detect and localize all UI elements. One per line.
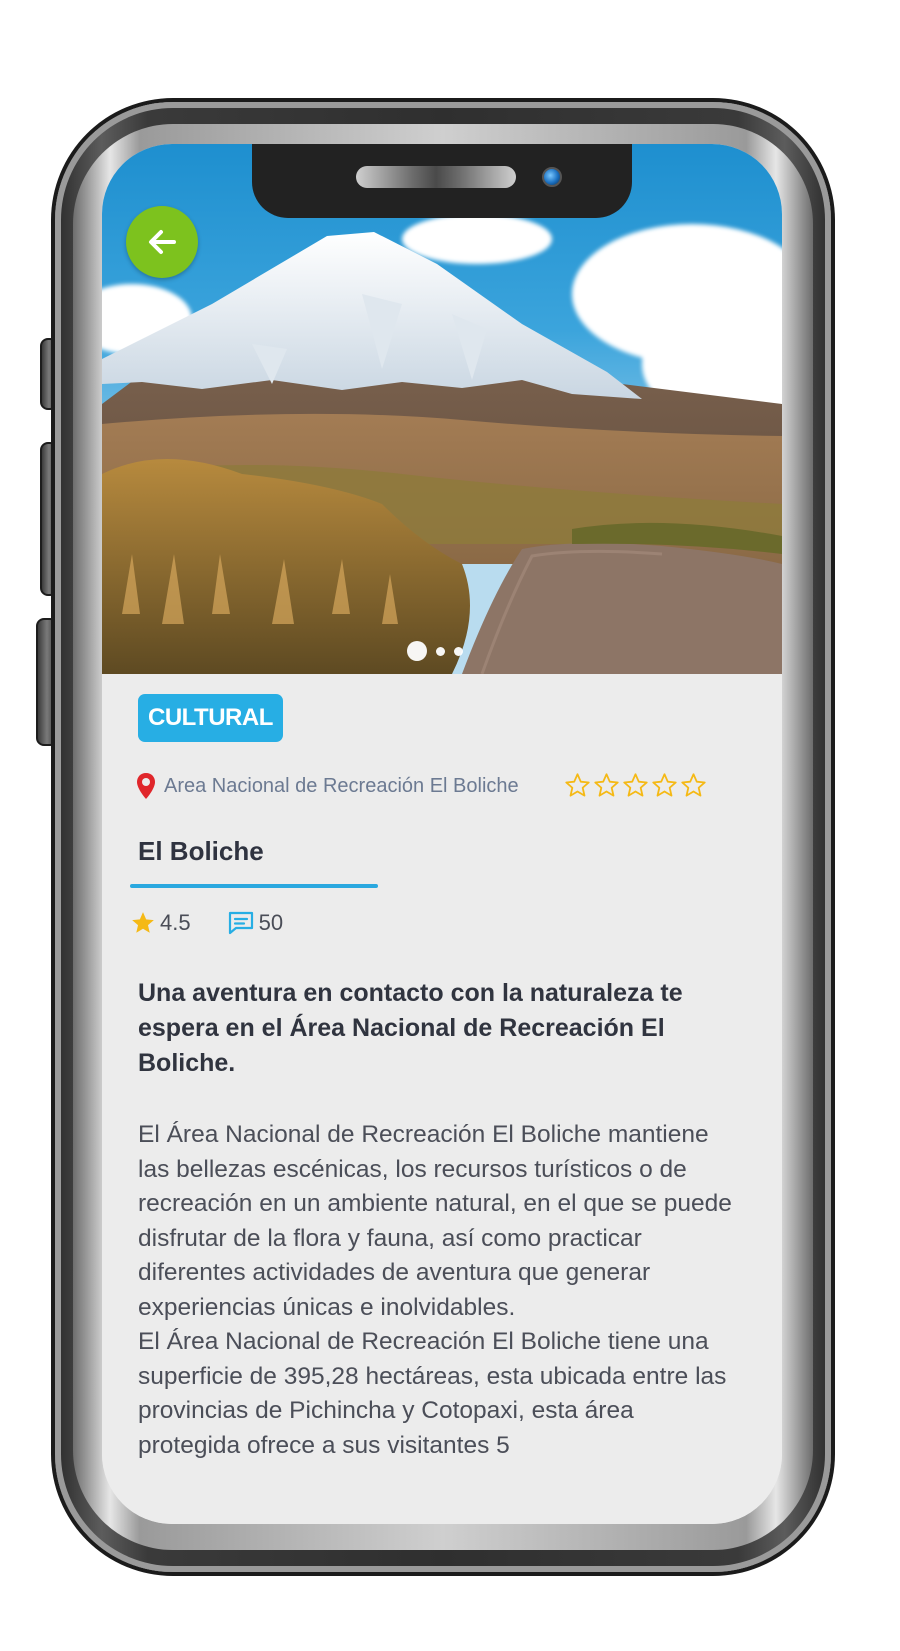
comments-count: 50 xyxy=(258,910,284,935)
hero-image-carousel[interactable] xyxy=(102,144,782,674)
place-lead: Una aventura en contacto con la naturale… xyxy=(138,979,683,1077)
map-pin-icon xyxy=(137,773,155,799)
rating-value: 4.5 xyxy=(160,910,191,935)
location-row: Area Nacional de Recreación El Boliche xyxy=(136,772,519,800)
back-button[interactable] xyxy=(126,206,198,278)
star-icon xyxy=(132,912,154,933)
category-badge: CULTURAL xyxy=(138,694,283,742)
description-paragraph: El Área Nacional de Recreación El Bolich… xyxy=(138,1328,727,1459)
location-text: Area Nacional de Recreación El Boliche xyxy=(164,774,519,797)
volcano-landscape xyxy=(102,232,782,674)
carousel-indicator xyxy=(407,641,463,661)
star-outline-icon[interactable] xyxy=(622,772,649,799)
description-paragraph: El Área Nacional de Recreación El Bolich… xyxy=(138,1121,732,1321)
place-details: CULTURAL Area Nacional de Recreación El … xyxy=(102,674,782,1524)
chat-icon xyxy=(228,911,253,935)
star-outline-icon[interactable] xyxy=(680,772,707,799)
earpiece-speaker xyxy=(356,166,516,188)
front-camera xyxy=(542,167,562,187)
user-rating-stars[interactable] xyxy=(564,772,707,799)
carousel-dot-active[interactable] xyxy=(407,641,427,661)
rating-stat: 4.5 xyxy=(130,910,191,936)
comments-stat[interactable]: 50 xyxy=(227,910,283,936)
carousel-dot[interactable] xyxy=(436,646,445,656)
star-outline-icon[interactable] xyxy=(593,772,620,799)
app-screen: CULTURAL Area Nacional de Recreación El … xyxy=(102,144,782,1524)
stage: CULTURAL Area Nacional de Recreación El … xyxy=(0,0,900,1651)
stats-row: 4.5 50 xyxy=(130,910,283,936)
star-outline-icon[interactable] xyxy=(564,772,591,799)
place-description: El Área Nacional de Recreación El Bolich… xyxy=(138,1118,738,1463)
carousel-dot[interactable] xyxy=(454,646,463,656)
title-underline xyxy=(130,884,378,888)
arrow-left-icon xyxy=(149,230,176,254)
phone-notch xyxy=(252,144,632,218)
place-title: El Boliche xyxy=(138,836,264,866)
star-outline-icon[interactable] xyxy=(651,772,678,799)
